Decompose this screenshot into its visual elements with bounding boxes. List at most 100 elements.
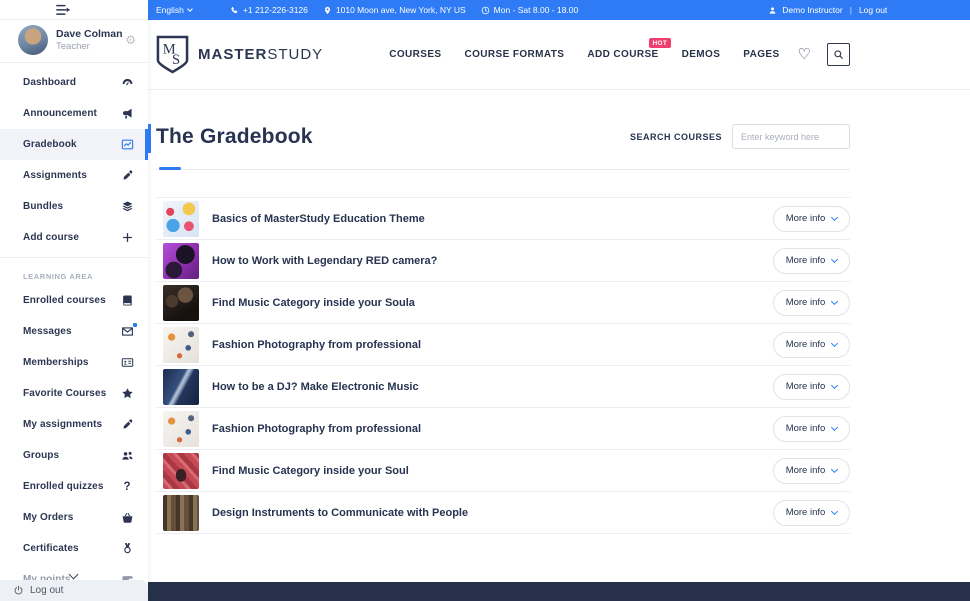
sidebar-item-assignments[interactable]: Assignments xyxy=(0,160,148,191)
topbar-account[interactable]: Demo Instructor xyxy=(768,5,842,15)
course-row-basics-of-masterstudy-education-theme[interactable]: Basics of MasterStudy Education Theme Mo… xyxy=(156,198,850,240)
header-search-button[interactable] xyxy=(827,43,850,66)
course-title: Fashion Photography from professional xyxy=(199,423,773,435)
more-info-button[interactable]: More info xyxy=(773,290,850,316)
avatar xyxy=(18,25,48,55)
location-pin-icon xyxy=(323,6,332,15)
sidebar-item-label: Enrolled quizzes xyxy=(23,481,120,492)
sidebar-item-label: My assignments xyxy=(23,419,120,430)
more-info-label: More info xyxy=(786,507,826,518)
chart-icon xyxy=(120,138,134,152)
course-row-design-instruments-to-communicate-with-people[interactable]: Design Instruments to Communicate with P… xyxy=(156,492,850,534)
svg-text:S: S xyxy=(172,52,180,68)
sidebar-main-list: Dashboard Announcement Gradebook Assignm… xyxy=(0,67,148,253)
course-row-how-to-be-a-dj-make-electronic-music[interactable]: How to be a DJ? Make Electronic Music Mo… xyxy=(156,366,850,408)
nav-item-course-formats[interactable]: COURSE FORMATS xyxy=(465,49,565,60)
topbar-separator: | xyxy=(850,5,852,15)
user-name: Dave Colman xyxy=(56,28,125,41)
search-courses-input[interactable] xyxy=(732,124,850,149)
nav-item-demos[interactable]: DEMOS xyxy=(682,49,721,60)
logout-button[interactable]: Log out xyxy=(0,580,148,601)
page-title: The Gradebook xyxy=(156,125,313,149)
title-accent-bar xyxy=(148,124,151,153)
sidebar-item-memberships[interactable]: Memberships xyxy=(0,347,148,378)
nav-item-label: ADD COURSE xyxy=(587,49,658,60)
sidebar-item-enrolled-quizzes[interactable]: Enrolled quizzes ? xyxy=(0,471,148,502)
sidebar-item-label: Messages xyxy=(23,326,120,337)
book-icon xyxy=(120,294,134,308)
search-courses: SEARCH COURSES xyxy=(630,124,850,149)
course-row-fashion-photography-from-professional[interactable]: Fashion Photography from professional Mo… xyxy=(156,324,850,366)
chevron-down-icon xyxy=(831,381,838,388)
person-icon xyxy=(768,6,777,15)
sidebar-collapse-button[interactable] xyxy=(0,0,148,20)
more-info-label: More info xyxy=(786,339,826,350)
course-row-fashion-photography-from-professional[interactable]: Fashion Photography from professional Mo… xyxy=(156,408,850,450)
sidebar-item-gradebook[interactable]: Gradebook xyxy=(0,129,148,160)
topbar-logout-link[interactable]: Log out xyxy=(859,5,887,15)
sidebar-nav: Dashboard Announcement Gradebook Assignm… xyxy=(0,67,148,595)
nav-item-add-course[interactable]: ADD COURSE HOT xyxy=(587,49,658,60)
wishlist-heart-icon[interactable]: ♡ xyxy=(798,47,811,62)
more-info-button[interactable]: More info xyxy=(773,248,850,274)
gear-icon[interactable]: ⚙ xyxy=(125,33,136,47)
sidebar-item-label: Favorite Courses xyxy=(23,388,120,399)
course-title: How to be a DJ? Make Electronic Music xyxy=(199,381,773,393)
course-row-how-to-work-with-legendary-red-camera[interactable]: How to Work with Legendary RED camera? M… xyxy=(156,240,850,282)
sidebar-item-add-course[interactable]: Add course xyxy=(0,222,148,253)
site-header: MS MASTERSTUDY COURSES COURSE FORMATS AD… xyxy=(148,20,970,90)
megaphone-icon xyxy=(120,107,134,121)
layers-icon xyxy=(120,200,134,214)
more-info-button[interactable]: More info xyxy=(773,416,850,442)
sidebar-item-my-orders[interactable]: My Orders xyxy=(0,502,148,533)
sidebar-item-certificates[interactable]: Certificates xyxy=(0,533,148,564)
phone-icon xyxy=(230,6,239,15)
sidebar-item-bundles[interactable]: Bundles xyxy=(0,191,148,222)
sidebar-item-groups[interactable]: Groups xyxy=(0,440,148,471)
course-thumbnail xyxy=(163,411,199,447)
course-row-find-music-category-inside-your-soul[interactable]: Find Music Category inside your Soul Mor… xyxy=(156,450,850,492)
chevron-down-icon xyxy=(831,507,838,514)
course-title: Fashion Photography from professional xyxy=(199,339,773,351)
more-info-button[interactable]: More info xyxy=(773,374,850,400)
sidebar-item-announcement[interactable]: Announcement xyxy=(0,98,148,129)
language-selector[interactable]: English xyxy=(148,5,192,15)
more-info-label: More info xyxy=(786,297,826,308)
phone-info: +1 212-226-3126 xyxy=(230,5,308,15)
logo-shield-icon: MS xyxy=(156,35,189,74)
course-thumbnail xyxy=(163,243,199,279)
pen-icon xyxy=(120,169,134,183)
nav-item-label: COURSES xyxy=(389,49,441,60)
sidebar-item-messages[interactable]: Messages xyxy=(0,316,148,347)
sidebar-item-label: Announcement xyxy=(23,108,120,119)
more-info-label: More info xyxy=(786,381,826,392)
chevron-down-icon xyxy=(831,213,838,220)
language-label: English xyxy=(156,5,184,15)
sidebar-item-label: Dashboard xyxy=(23,77,120,88)
profile-block: Dave Colman Teacher ⚙ xyxy=(0,20,148,63)
search-courses-label: SEARCH COURSES xyxy=(630,132,722,142)
more-info-label: More info xyxy=(786,213,826,224)
course-thumbnail xyxy=(163,285,199,321)
chevron-down-icon xyxy=(831,297,838,304)
course-thumbnail xyxy=(163,495,199,531)
more-info-button[interactable]: More info xyxy=(773,458,850,484)
more-info-button[interactable]: More info xyxy=(773,206,850,232)
nav-item-courses[interactable]: COURSES xyxy=(389,49,441,60)
course-row-find-music-category-inside-your-soula[interactable]: Find Music Category inside your Soula Mo… xyxy=(156,282,850,324)
sidebar-item-favorite-courses[interactable]: Favorite Courses xyxy=(0,378,148,409)
more-info-button[interactable]: More info xyxy=(773,500,850,526)
social-links xyxy=(600,5,750,15)
masterstudy-logo[interactable]: MS MASTERSTUDY xyxy=(156,35,323,74)
chevron-down-icon xyxy=(831,255,838,262)
course-list: Basics of MasterStudy Education Theme Mo… xyxy=(156,197,850,534)
nav-item-pages[interactable]: PAGES xyxy=(743,49,779,60)
sidebar-item-enrolled-courses[interactable]: Enrolled courses xyxy=(0,285,148,316)
sidebar-learning-list: Enrolled courses Messages Memberships Fa… xyxy=(0,285,148,595)
sidebar-item-my-assignments[interactable]: My assignments xyxy=(0,409,148,440)
id-card-icon xyxy=(120,356,134,370)
gradebook-page: The Gradebook SEARCH COURSES Basics of M… xyxy=(148,90,970,534)
sidebar: Dave Colman Teacher ⚙ Dashboard Announce… xyxy=(0,0,148,601)
more-info-button[interactable]: More info xyxy=(773,332,850,358)
sidebar-item-dashboard[interactable]: Dashboard xyxy=(0,67,148,98)
